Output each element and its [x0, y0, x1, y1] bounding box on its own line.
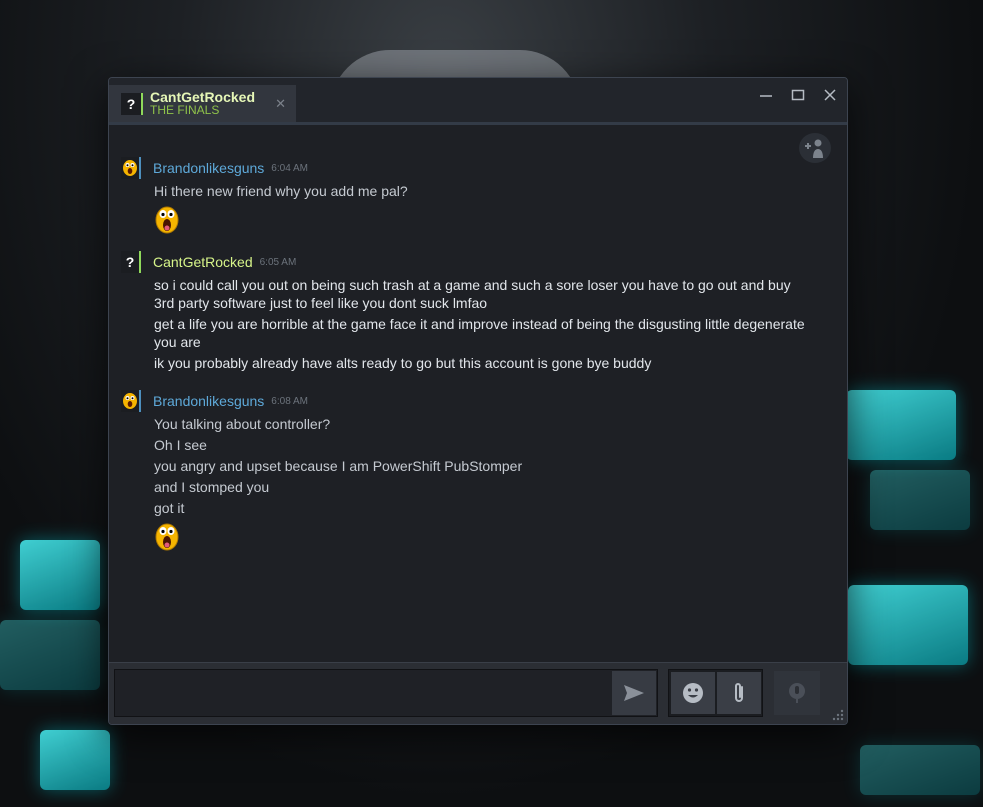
minimize-icon: [760, 95, 772, 97]
timestamp: 6:08 AM: [271, 395, 308, 407]
background-keycap: [860, 745, 980, 795]
screaming-face-emote-icon: [155, 206, 179, 234]
message-text: Hi there new friend why you add me pal?: [154, 183, 408, 199]
message-list[interactable]: Brandonlikesguns 6:04 AM Hi there new fr…: [109, 125, 847, 663]
message-text: You talking about controller?: [154, 416, 331, 432]
message-group: Brandonlikesguns 6:04 AM Hi there new fr…: [121, 156, 814, 240]
avatar[interactable]: [121, 390, 141, 412]
smiley-icon: [683, 683, 703, 703]
avatar[interactable]: ?: [121, 251, 141, 273]
tab-close-icon[interactable]: ✕: [275, 96, 286, 112]
message-text: get a life you are horrible at the game …: [154, 316, 805, 350]
sender-name[interactable]: Brandonlikesguns: [153, 393, 264, 409]
tab-game-status: THE FINALS: [150, 102, 220, 117]
chat-tools: [668, 669, 763, 717]
message-text: you angry and upset because I am PowerSh…: [154, 458, 523, 474]
message-text: got it: [154, 500, 185, 516]
message-text: ik you probably already have alts ready …: [154, 355, 652, 371]
maximize-icon: [791, 89, 805, 101]
message-text: and I stomped you: [154, 479, 270, 495]
close-button[interactable]: [819, 84, 841, 106]
avatar[interactable]: [121, 157, 141, 179]
maximize-button[interactable]: [787, 84, 809, 106]
background-keycap: [20, 540, 100, 610]
tab-friend-name: CantGetRocked: [150, 88, 256, 105]
message-text: Oh I see: [154, 437, 207, 453]
microphone-icon: [789, 683, 805, 703]
chat-input-bar: [109, 662, 847, 724]
background-keycap: [870, 470, 970, 530]
send-arrow-icon: [624, 685, 644, 701]
paperclip-icon: [735, 683, 743, 702]
yellow-face-icon: [123, 160, 137, 176]
message-group: ? CantGetRocked 6:05 AM so i could call …: [121, 250, 814, 375]
yellow-face-icon: [123, 393, 137, 409]
emoticon-button[interactable]: [671, 672, 715, 714]
timestamp: 6:05 AM: [259, 256, 297, 268]
background-keycap: [40, 730, 110, 790]
screaming-face-emote-icon: [155, 523, 179, 551]
voice-button[interactable]: [774, 671, 820, 715]
resize-grip-icon[interactable]: [830, 707, 844, 721]
background-keycap: [848, 585, 968, 665]
message-input[interactable]: [114, 669, 658, 717]
attach-button[interactable]: [717, 672, 761, 714]
close-icon: [824, 89, 836, 101]
minimize-button[interactable]: [755, 84, 777, 106]
sender-name[interactable]: CantGetRocked: [153, 254, 253, 270]
sender-name[interactable]: Brandonlikesguns: [153, 160, 264, 176]
send-button[interactable]: [612, 671, 656, 715]
title-bar[interactable]: ? CantGetRocked THE FINALS ✕: [109, 78, 847, 125]
message-text: so i could call you out on being such tr…: [154, 277, 791, 311]
background-keycap: [846, 390, 956, 460]
chat-window: ? CantGetRocked THE FINALS ✕ Brandonlike…: [108, 77, 848, 725]
message-group: Brandonlikesguns 6:08 AM You talking abo…: [121, 389, 814, 557]
background-keycap: [0, 620, 100, 690]
timestamp: 6:04 AM: [271, 162, 308, 174]
tab-avatar: ?: [121, 92, 143, 115]
chat-tab-cantgetrocked[interactable]: ? CantGetRocked THE FINALS ✕: [109, 85, 296, 122]
